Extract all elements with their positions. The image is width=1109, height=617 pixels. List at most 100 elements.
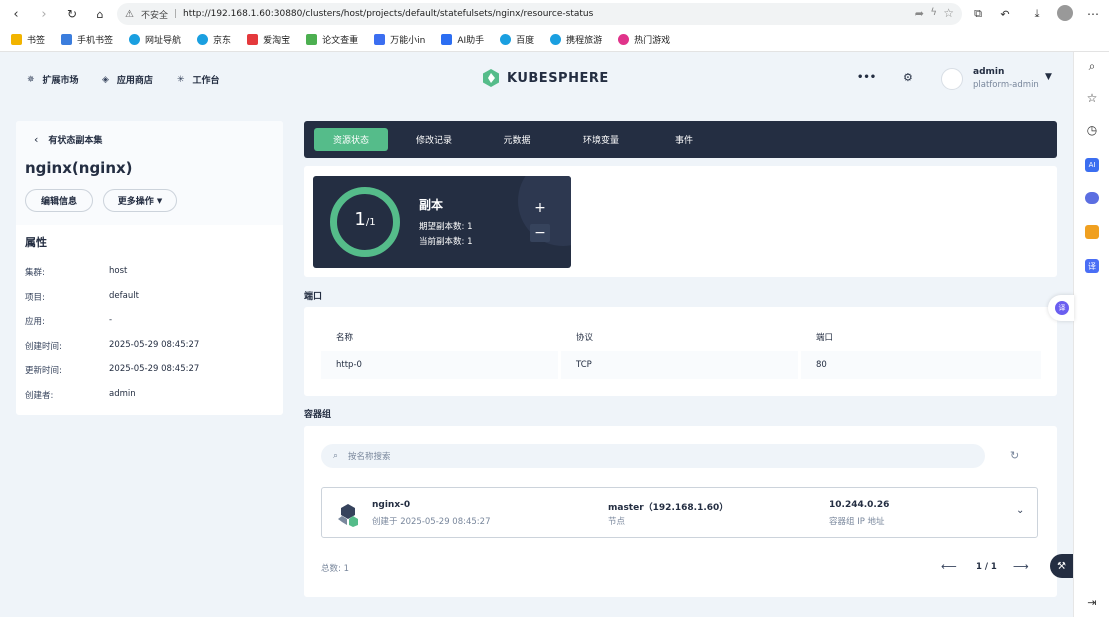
nav-app-store[interactable]: ◈ 应用商店 [102,73,153,87]
resource-title: nginx(nginx) [25,159,133,177]
desired-replicas: 期望副本数: 1 [419,222,473,232]
workbench-icon: ✳ [177,74,185,85]
bookmarks-bar: 书签 手机书签 网址导航 京东 爱淘宝 论文查重 万能小in AI助手 百度 携… [0,27,1109,52]
page-indicator: 1 / 1 [976,562,997,572]
bookmark-item[interactable]: 京东 [197,33,231,46]
port-name: http-0 [336,360,362,370]
download-icon[interactable]: ⤓ [1029,6,1045,22]
tab-env-variables[interactable]: 环境变量 [566,128,636,151]
pod-created: 创建于 2025-05-29 08:45:27 [372,517,491,527]
pods-panel: ⌕ 按名称搜索 ↻ nginx-0 创建于 2025-05-29 08:45:2… [304,426,1057,597]
lightning-icon[interactable]: ϟ [930,7,937,18]
undo-icon[interactable]: ↶ [997,6,1013,22]
settings-icon[interactable]: ⚙ [903,71,913,84]
user-avatar[interactable] [941,68,963,90]
back-icon[interactable]: ‹ [8,6,24,22]
pod-name[interactable]: nginx-0 [372,500,410,510]
tab-resource-status[interactable]: 资源状态 [314,128,388,151]
profile-avatar-icon[interactable] [1057,5,1073,21]
table-row: http-0 TCP 80 [321,351,1041,379]
caret-down-icon[interactable]: ▼ [1045,72,1052,82]
history-icon[interactable]: ◷ [1084,122,1100,138]
bookmark-icon [306,33,318,45]
nav-workbench[interactable]: ✳ 工作台 [177,73,220,87]
favorites-icon[interactable]: ☆ [1084,90,1100,106]
extensions-icon[interactable]: ⧉ [970,6,986,22]
current-replicas: 当前副本数: 1 [419,237,473,247]
attr-value: - [109,315,113,325]
bookmark-icon [247,33,259,45]
attr-value: host [109,266,128,276]
app-header: ✵ 扩展市场 ◈ 应用商店 ✳ 工作台 KUBESPHERE ••• ⚙ admin … [0,52,1073,105]
warning-icon: ⚠ [125,8,134,20]
bookmark-item[interactable]: 网址导航 [129,33,181,46]
attr-value: default [109,291,139,301]
bookmark-icon [441,33,453,45]
nav-extension-market[interactable]: ✵ 扩展市场 [27,73,79,87]
share-icon[interactable]: ➦ [915,7,924,20]
url-text[interactable]: http://192.168.1.60:30880/clusters/host/… [183,9,593,19]
menu-dots-icon[interactable]: ⋯ [1085,6,1101,22]
bookmark-item[interactable]: 百度 [500,33,534,46]
search-icon[interactable]: ⌕ [1084,58,1100,74]
address-bar[interactable]: ⚠ 不安全 | http://192.168.1.60:30880/cluste… [117,3,962,25]
table-cell-bg [561,351,798,379]
port-number: 80 [816,360,827,370]
pod-item[interactable]: nginx-0 创建于 2025-05-29 08:45:27 master（1… [321,487,1038,538]
scale-down-button[interactable]: − [530,224,550,242]
attr-key: 应用: [25,317,45,327]
pod-total: 总数: 1 [321,564,349,574]
game-icon[interactable] [1085,192,1099,204]
bookmark-item[interactable]: 手机书签 [61,33,113,46]
pod-ip: 10.244.0.26 [829,500,890,510]
forward-icon[interactable]: › [36,6,52,22]
reload-icon[interactable]: ↻ [64,6,80,22]
chevron-down-icon[interactable]: ⌄ [1016,505,1024,516]
bookmark-item[interactable]: 书签 [11,33,45,46]
home-icon[interactable]: ⌂ [92,6,108,22]
ports-table-header: 名称 协议 端口 [321,322,1041,350]
pod-search-input[interactable]: ⌕ 按名称搜索 [321,444,985,468]
back-link[interactable]: ‹ 有状态副本集 [34,133,102,146]
column-header: 协议 [576,333,594,343]
refresh-icon[interactable]: ↻ [1010,449,1019,462]
scale-up-button[interactable]: + [530,200,550,218]
bookmark-star-icon [11,33,22,45]
bookmark-item[interactable]: 论文查重 [306,33,358,46]
star-icon[interactable]: ☆ [943,6,954,20]
browser-sidebar: ⌕ ☆ ◷ AI 译 ⇥ [1073,52,1109,617]
replica-title: 副本 [419,198,444,212]
search-icon: ⌕ [333,451,339,461]
prev-page-icon[interactable]: ⟵ [941,560,957,573]
back-arrow-icon: ‹ [34,133,39,146]
pods-title: 容器组 [304,410,332,420]
bookmark-item[interactable]: 爱淘宝 [247,33,290,46]
next-page-icon[interactable]: ⟶ [1013,560,1029,573]
toolbox-hammer-icon[interactable]: ⚒ [1050,554,1073,578]
bookmark-icon [550,33,562,45]
attr-key: 创建者: [25,391,54,401]
bookmark-item[interactable]: 万能小in [374,33,425,46]
replica-panel: 1/1 副本 期望副本数: 1 当前副本数: 1 + − [304,166,1057,277]
ai-icon[interactable]: AI [1085,158,1099,172]
translate-float-button[interactable]: 译 [1048,295,1074,321]
tab-revision-records[interactable]: 修改记录 [399,128,469,151]
bookmark-item[interactable]: AI助手 [441,33,484,46]
extension-market-icon: ✵ [27,74,35,85]
attr-key: 项目: [25,293,45,303]
user-role: platform-admin [973,80,1039,90]
tab-events[interactable]: 事件 [654,128,714,151]
translate-icon[interactable]: 译 [1085,259,1099,273]
column-header: 端口 [816,333,834,343]
tab-metadata[interactable]: 元数据 [484,128,550,151]
more-apps-icon[interactable]: ••• [857,72,876,83]
bookmark-item[interactable]: 携程旅游 [550,33,602,46]
detail-tabs: 资源状态 修改记录 元数据 环境变量 事件 [304,121,1057,158]
attr-key: 集群: [25,268,45,278]
collapse-sidebar-icon[interactable]: ⇥ [1084,594,1100,610]
edit-info-button[interactable]: 编辑信息 [25,189,93,212]
more-actions-button[interactable]: 更多操作 ▼ [103,189,177,212]
bookmark-item[interactable]: 热门游戏 [618,33,670,46]
toolbox-icon[interactable] [1085,225,1099,239]
kubesphere-logo[interactable]: KUBESPHERE [481,68,609,88]
